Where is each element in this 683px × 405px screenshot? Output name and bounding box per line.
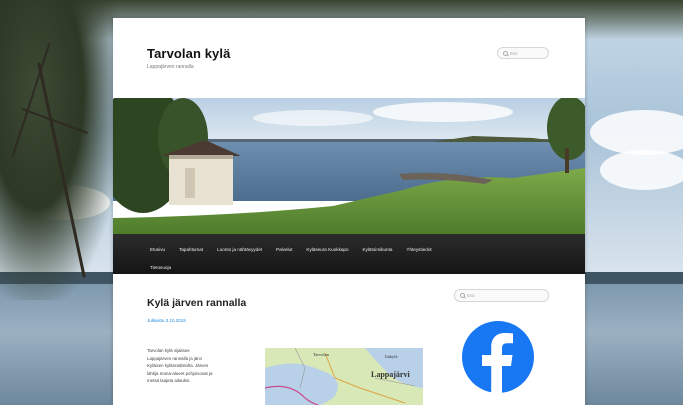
map-label: Tarvolan bbox=[313, 352, 329, 357]
post-map-image: Tarvolan Lappajärvi Itäkylä bbox=[265, 348, 423, 405]
cloud bbox=[600, 150, 683, 190]
header-search-input[interactable]: Etsi bbox=[497, 47, 549, 59]
map-label: Lappajärvi bbox=[371, 370, 410, 379]
page-container: Tarvolan kylä Lappajärven rannalla Etsi bbox=[113, 18, 585, 405]
nav-item-palvelut[interactable]: Palvelut bbox=[276, 243, 299, 256]
post-text-line: Lappajärven rannalla ja järvi bbox=[147, 355, 202, 361]
search-icon bbox=[503, 50, 508, 56]
post-date[interactable]: Julkaistu 3.10.2019 bbox=[147, 318, 186, 323]
nav-row-1: Etusivu Tapahtumat Luonto ja nähtävyydet… bbox=[150, 243, 446, 256]
nav-item-yhteystiedot[interactable]: Yhteystiedot bbox=[406, 243, 438, 256]
search-icon bbox=[460, 293, 465, 298]
main-navigation: Etusivu Tapahtumat Luonto ja nähtävyydet… bbox=[113, 234, 585, 274]
nav-item-luonto[interactable]: Luonto ja nähtävyydet bbox=[217, 243, 269, 256]
search-placeholder: Etsi bbox=[467, 293, 475, 298]
map-label: Itäkylä bbox=[385, 354, 398, 359]
nav-item-kylaseura[interactable]: Kyläseura Kuokkapo bbox=[306, 243, 355, 256]
nav-item-tapahtumat[interactable]: Tapahtumat bbox=[179, 243, 210, 256]
post-title[interactable]: Kylä järven rannalla bbox=[147, 297, 246, 309]
site-title[interactable]: Tarvolan kylä bbox=[147, 46, 230, 61]
nav-item-kylatoimikunta[interactable]: Kylätoimikunta bbox=[363, 243, 400, 256]
post-body: Tarvolan kylä sijaitsee Lappajärven rann… bbox=[147, 347, 219, 385]
post-text-line: Kyläisen kylänraitistolta. Järven bbox=[147, 363, 209, 369]
search-placeholder: Etsi bbox=[510, 50, 518, 56]
site-description: Lappajärven rannalla bbox=[147, 64, 194, 70]
tree-left bbox=[0, 0, 120, 300]
post-text-line: Tarvolan kylä sijaitsee bbox=[147, 348, 190, 353]
nav-item-tietosuoja[interactable]: Tietosuoja bbox=[150, 261, 178, 274]
facebook-icon[interactable] bbox=[461, 320, 535, 394]
post-text-line: metsä laajeta aitauksi. bbox=[147, 378, 191, 384]
header-image-lake bbox=[113, 98, 585, 234]
site-header: Tarvolan kylä Lappajärven rannalla Etsi bbox=[113, 18, 585, 98]
post-text-line: lahtija reuna-alueet pohjoisosat ja bbox=[147, 370, 213, 376]
sidebar-search-input[interactable]: Etsi bbox=[454, 289, 549, 302]
header-image bbox=[113, 98, 585, 234]
nav-item-etusivu[interactable]: Etusivu bbox=[150, 243, 172, 256]
nav-row-2: Tietosuoja bbox=[150, 261, 185, 274]
